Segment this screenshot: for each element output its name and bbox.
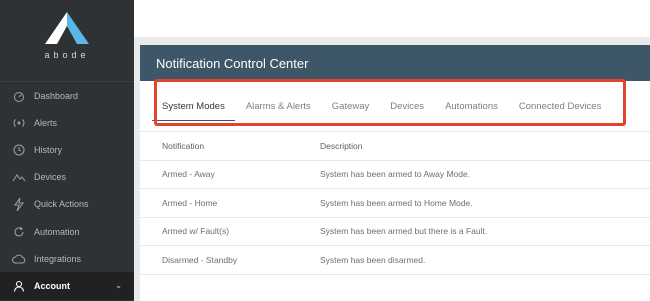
integrations-icon [12, 252, 26, 266]
notification-cell: Disarmed - Standby [162, 254, 238, 265]
sidebar-item-integrations[interactable]: Integrations [0, 245, 134, 272]
column-header-description: Description [320, 140, 363, 151]
sidebar-item-label: Integrations [34, 253, 82, 264]
chevron-down-icon[interactable]: ⌄ [115, 281, 122, 290]
description-cell: System has been disarmed. [320, 254, 426, 265]
sidebar-item-automation[interactable]: Automation [0, 218, 134, 245]
sidebar-nav: Dashboard Alerts History Devices Quick A… [0, 81, 134, 300]
abode-logo-icon [45, 12, 89, 44]
table-row[interactable]: Armed w/ Fault(s) System has been armed … [140, 218, 650, 246]
sidebar-item-dashboard[interactable]: Dashboard [0, 82, 134, 109]
panel-title: Notification Control Center [140, 45, 650, 81]
table-row[interactable]: Armed - Away System has been armed to Aw… [140, 161, 650, 189]
logo[interactable]: abode [0, 0, 134, 66]
history-icon [12, 143, 26, 157]
dashboard-icon [12, 89, 26, 103]
notification-cell: Armed - Away [162, 169, 215, 180]
brand-name: abode [44, 50, 90, 60]
description-cell: System has been armed to Away Mode. [320, 169, 471, 180]
sidebar-item-quick-actions[interactable]: Quick Actions [0, 191, 134, 218]
notification-table: Notification Description Armed - Away Sy… [140, 131, 650, 275]
account-icon [12, 279, 26, 293]
table-row[interactable]: Armed - Home System has been armed to Ho… [140, 189, 650, 218]
sidebar-item-label: Quick Actions [34, 199, 89, 210]
alerts-icon [12, 116, 26, 130]
quick-actions-icon [12, 197, 26, 211]
notification-cell: Armed w/ Fault(s) [162, 226, 230, 237]
notification-panel: Notification Control Center System Modes… [140, 45, 650, 301]
devices-icon [12, 170, 26, 184]
sidebar-item-history[interactable]: History [0, 136, 134, 163]
sidebar-item-label: Devices [34, 172, 67, 183]
column-header-notification: Notification [162, 140, 205, 151]
main-area: Notification Control Center System Modes… [134, 0, 650, 301]
automation-icon [12, 225, 26, 239]
sidebar-item-label: History [34, 144, 63, 155]
highlight-annotation [154, 79, 626, 126]
description-cell: System has been armed to Home Mode. [320, 197, 473, 208]
sidebar-item-label: Dashboard [34, 90, 79, 101]
table-row[interactable]: Disarmed - Standby System has been disar… [140, 246, 650, 275]
table-header-row: Notification Description [140, 132, 650, 161]
notification-cell: Armed - Home [162, 197, 218, 208]
sidebar-item-alerts[interactable]: Alerts [0, 109, 134, 136]
sidebar-item-account[interactable]: Account ⌄ [0, 272, 134, 300]
sidebar: abode Dashboard Alerts History Devices Q… [0, 0, 134, 301]
sidebar-item-label: Account [34, 280, 70, 291]
sidebar-item-label: Alerts [34, 117, 58, 128]
description-cell: System has been armed but there is a Fau… [320, 226, 488, 237]
sidebar-item-label: Automation [34, 226, 80, 237]
sidebar-item-devices[interactable]: Devices [0, 164, 134, 191]
